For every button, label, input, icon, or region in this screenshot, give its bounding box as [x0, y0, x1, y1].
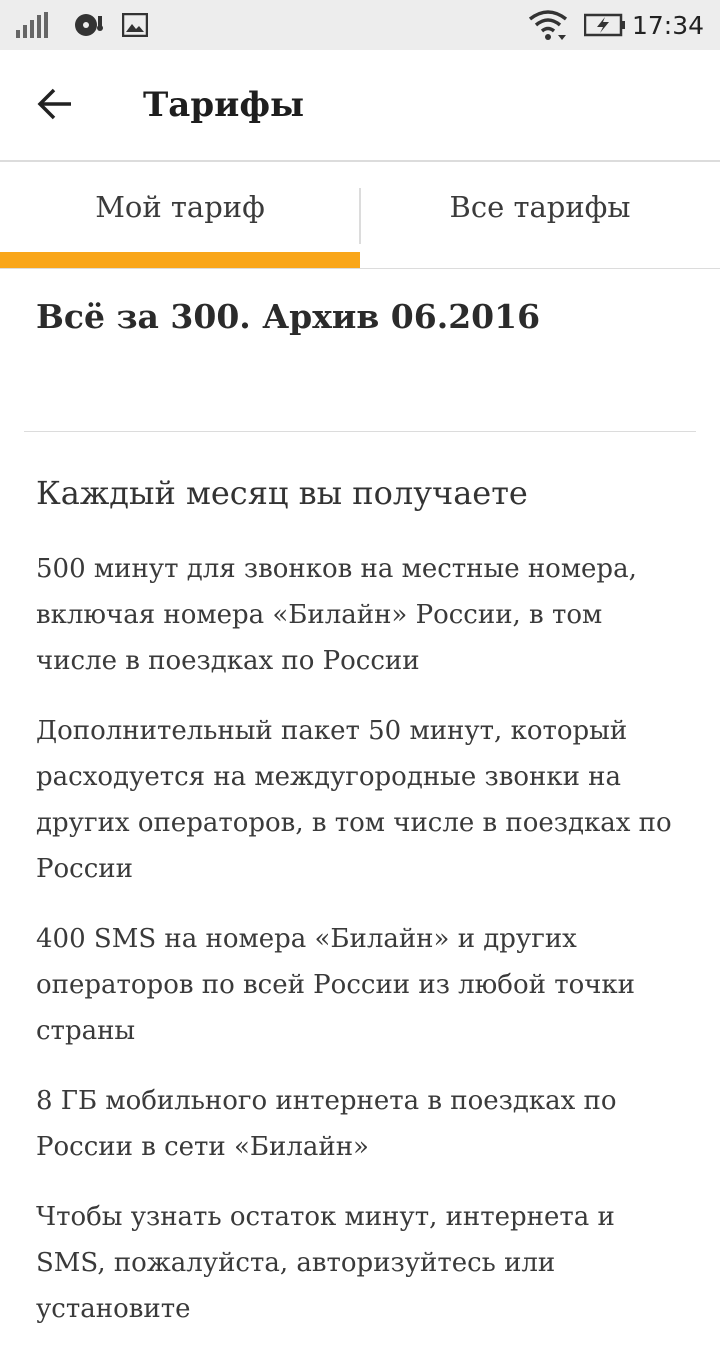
back-button[interactable]	[24, 76, 86, 136]
status-bar: 17:34	[0, 0, 720, 50]
signal-icon	[16, 0, 48, 50]
toolbar: Тарифы	[0, 50, 720, 162]
section-title: Каждый месяц вы получаете	[36, 474, 528, 512]
battery-charging-icon	[584, 0, 626, 50]
monthly-benefits-section: Каждый месяц вы получаете 500 минут для …	[36, 470, 686, 1356]
list-item: 400 SMS на номера «Билайн» и других опер…	[36, 924, 636, 1046]
status-time: 17:34	[631, 10, 704, 40]
section-divider	[24, 431, 696, 432]
list-item: 8 ГБ мобильного интернета в поездках по …	[36, 1086, 617, 1162]
arrow-left-icon	[37, 88, 73, 124]
list-item: Дополнительный пакет 50 минут, который р…	[36, 716, 672, 884]
media-icon	[72, 0, 104, 50]
list-item: 500 минут для звонков на местные номера,…	[36, 554, 637, 676]
tariff-name: Всё за 300. Архив 06.2016	[36, 297, 541, 336]
wifi-icon	[528, 0, 568, 50]
tab-all-tariffs[interactable]: Все тарифы	[360, 162, 720, 268]
tariff-header: Всё за 300. Архив 06.2016	[36, 268, 686, 338]
active-tab-indicator	[0, 252, 360, 268]
page-title: Тарифы	[143, 85, 305, 125]
list-item: Чтобы узнать остаток минут, интернета и …	[36, 1202, 615, 1324]
image-icon	[122, 0, 148, 50]
